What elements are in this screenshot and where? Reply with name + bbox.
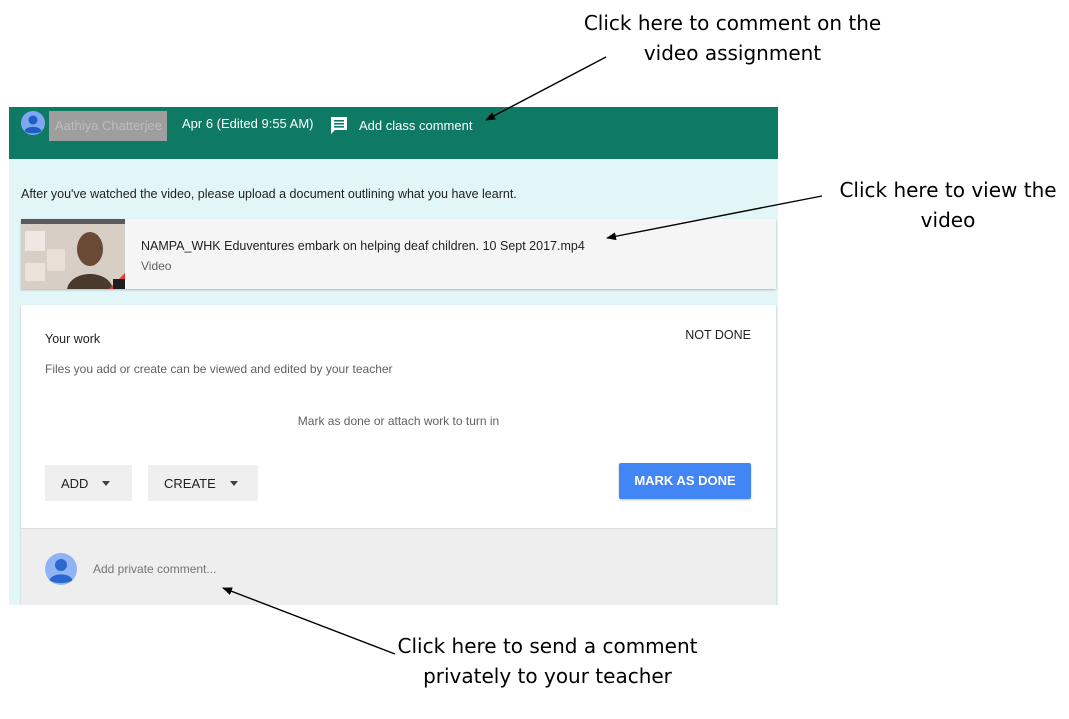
arrow-to-private-comment (222, 587, 396, 655)
arrow-to-video (606, 195, 823, 241)
arrow-to-class-comment (485, 56, 607, 121)
annotation-arrows (222, 56, 823, 655)
